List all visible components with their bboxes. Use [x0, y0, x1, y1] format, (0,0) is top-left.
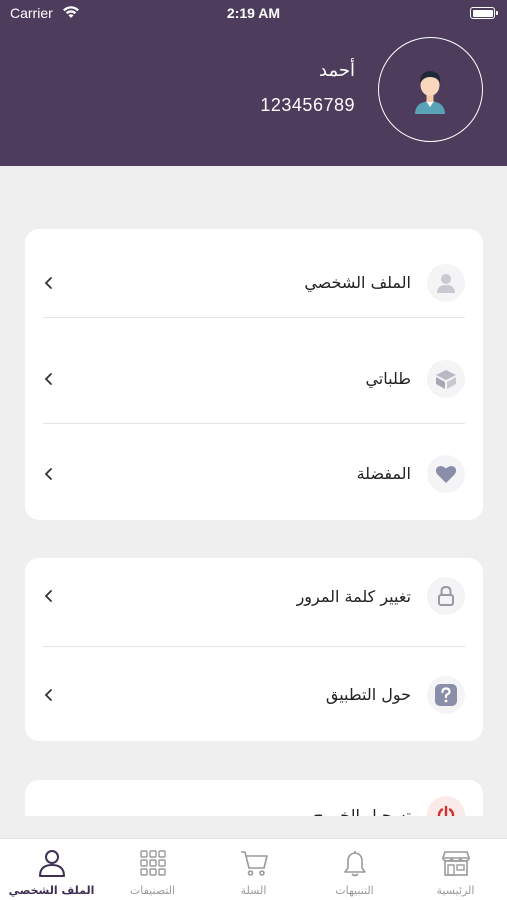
menu-item-label: طلباتي: [365, 369, 411, 388]
chevron-left-icon: [44, 688, 52, 701]
divider: [43, 317, 465, 318]
menu-item-orders[interactable]: طلباتي: [25, 325, 483, 432]
tab-notifications[interactable]: التنبيهات: [304, 839, 405, 900]
menu-item-change-password[interactable]: تغيير كلمة المرور: [25, 558, 483, 634]
question-icon: [427, 675, 465, 714]
tab-bar: الرئيسية التنبيهات السلة التصنيفات الملف…: [0, 838, 507, 900]
grid-icon: [139, 850, 166, 876]
menu-item-label: الملف الشخصي: [304, 273, 411, 292]
menu-card-account: الملف الشخصي طلباتي المفضلة: [25, 229, 483, 520]
menu-item-label: تغيير كلمة المرور: [296, 586, 411, 606]
bell-icon: [343, 851, 366, 877]
chevron-left-icon: [44, 372, 52, 385]
tab-label: الرئيسية: [436, 884, 475, 897]
menu-card-settings: تغيير كلمة المرور حول التطبيق: [25, 558, 483, 741]
profile-header: Carrier 2:19 AM أحمد 123456789: [0, 0, 507, 166]
menu-item-label: المفضلة: [356, 464, 411, 483]
menu-item-about[interactable]: حول التطبيق: [25, 648, 483, 741]
menu-item-profile[interactable]: الملف الشخصي: [25, 229, 483, 336]
chevron-left-icon: [44, 467, 52, 480]
user-name: أحمد: [319, 60, 355, 81]
menu-item-favorites[interactable]: المفضلة: [25, 427, 483, 520]
status-time: 2:19 AM: [226, 5, 281, 21]
tab-label: التنبيهات: [335, 884, 374, 897]
avatar[interactable]: [378, 37, 483, 142]
tab-label: السلة: [240, 884, 267, 897]
store-icon: [441, 851, 470, 876]
box-icon: [427, 359, 465, 398]
tab-label: التصنيفات: [129, 884, 176, 897]
tab-categories[interactable]: التصنيفات: [102, 839, 203, 900]
divider: [43, 423, 465, 424]
chevron-left-icon: [44, 590, 52, 602]
menu-card-logout: تسجيل الخروج: [25, 780, 483, 816]
heart-icon: [427, 454, 465, 493]
menu-item-label: تسجيل الخروج: [313, 805, 411, 817]
tab-cart[interactable]: السلة: [203, 839, 304, 900]
user-icon: [427, 263, 465, 302]
battery-icon: [470, 7, 498, 19]
divider: [43, 646, 465, 647]
user-phone: 123456789: [260, 95, 355, 115]
tab-profile[interactable]: الملف الشخصي: [1, 839, 102, 900]
avatar-icon: [415, 71, 445, 114]
cart-icon: [240, 851, 268, 876]
power-icon: [427, 796, 465, 816]
lock-icon: [427, 577, 465, 615]
menu-item-logout[interactable]: تسجيل الخروج: [25, 780, 483, 816]
tab-home[interactable]: الرئيسية: [405, 839, 506, 900]
user-outline-icon: [38, 850, 65, 877]
menu-scroll-area[interactable]: الملف الشخصي طلباتي المفضلة تغيير كلمة ا…: [0, 166, 507, 816]
status-bar: Carrier 2:19 AM: [0, 0, 507, 28]
menu-item-label: حول التطبيق: [325, 685, 411, 704]
tab-label: الملف الشخصي: [8, 884, 95, 897]
chevron-left-icon: [44, 276, 52, 289]
